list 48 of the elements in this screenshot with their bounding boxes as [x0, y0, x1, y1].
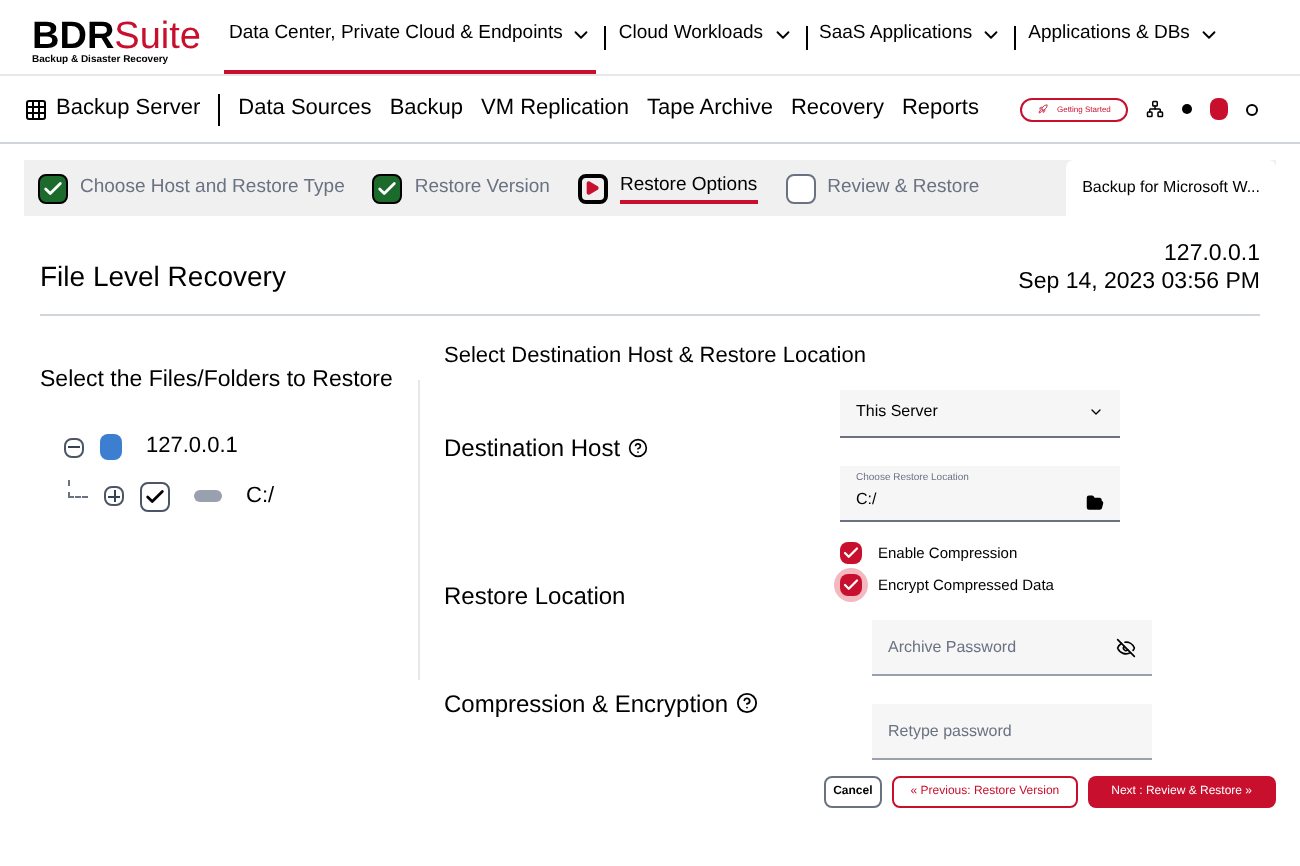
checkbox-icon [785, 173, 816, 203]
field-label: Compression & Encryption [444, 687, 729, 721]
field-label: Restore Location [444, 579, 628, 613]
brand-logo: BDRSuite [32, 18, 201, 56]
nav-link[interactable]: Recovery [790, 92, 884, 126]
top-menu-tab[interactable]: Applications & DBs [1024, 0, 1224, 74]
folder-icon[interactable] [1086, 493, 1104, 511]
nav-link[interactable]: VM Replication [481, 92, 629, 126]
help-icon[interactable] [628, 437, 649, 457]
password-field[interactable]: Archive Password [872, 620, 1152, 676]
network-icon[interactable] [1146, 100, 1165, 118]
nav-link[interactable]: Tape Archive [647, 92, 773, 126]
password-input[interactable]: Archive Password [888, 635, 1088, 659]
retype-field[interactable]: Retype password [872, 704, 1152, 760]
top-menu-tab[interactable]: Data Center, Private Cloud & Endpoints [224, 0, 597, 74]
nav-link[interactable]: Reports [901, 92, 979, 126]
collapse-icon[interactable] [64, 437, 84, 457]
rocket-icon [1038, 104, 1049, 114]
nav-link[interactable]: Data Sources [238, 92, 372, 126]
help-icon[interactable] [736, 692, 759, 714]
expand-icon[interactable] [104, 486, 124, 506]
host-address: 127.0.0.1 [1164, 240, 1260, 269]
home-link[interactable]: Backup Server [24, 92, 201, 126]
top-menu-tab[interactable]: Cloud Workloads [614, 0, 798, 74]
step-tab[interactable]: Review & Restore [827, 173, 980, 203]
tree-node[interactable]: 127.0.0.1 [146, 430, 238, 464]
checkbox[interactable] [840, 541, 862, 564]
top-menu-tab[interactable]: SaaS Applications [815, 0, 1007, 74]
chevron-down-icon [1088, 404, 1104, 420]
checkbox[interactable] [140, 481, 170, 511]
eye-off-icon[interactable] [1116, 637, 1136, 657]
retype-input[interactable]: Retype password [888, 719, 1128, 743]
tree-node[interactable]: C:/ [246, 479, 275, 513]
section-heading: Select the Files/Folders to Restore [40, 366, 395, 396]
check-icon [144, 485, 166, 507]
host-select[interactable]: This Server [840, 389, 1120, 437]
triangle-icon [584, 180, 601, 196]
step-tab[interactable]: Restore Options [619, 171, 758, 205]
field-label: Destination Host [444, 431, 621, 465]
tree-connector [68, 479, 88, 497]
section-heading: Select Destination Host & Restore Location [444, 342, 868, 372]
grid-icon [24, 97, 48, 121]
page-title: File Level Recovery [40, 258, 286, 296]
context-tab[interactable]: Backup for Microsoft W... [1066, 160, 1276, 216]
step-tab[interactable]: Restore Version [414, 173, 550, 203]
nav-link[interactable]: Backup [389, 92, 464, 126]
timestamp: Sep 14, 2023 03:56 PM [1018, 268, 1260, 298]
step-tab[interactable]: Choose Host and Restore Type [80, 173, 345, 203]
